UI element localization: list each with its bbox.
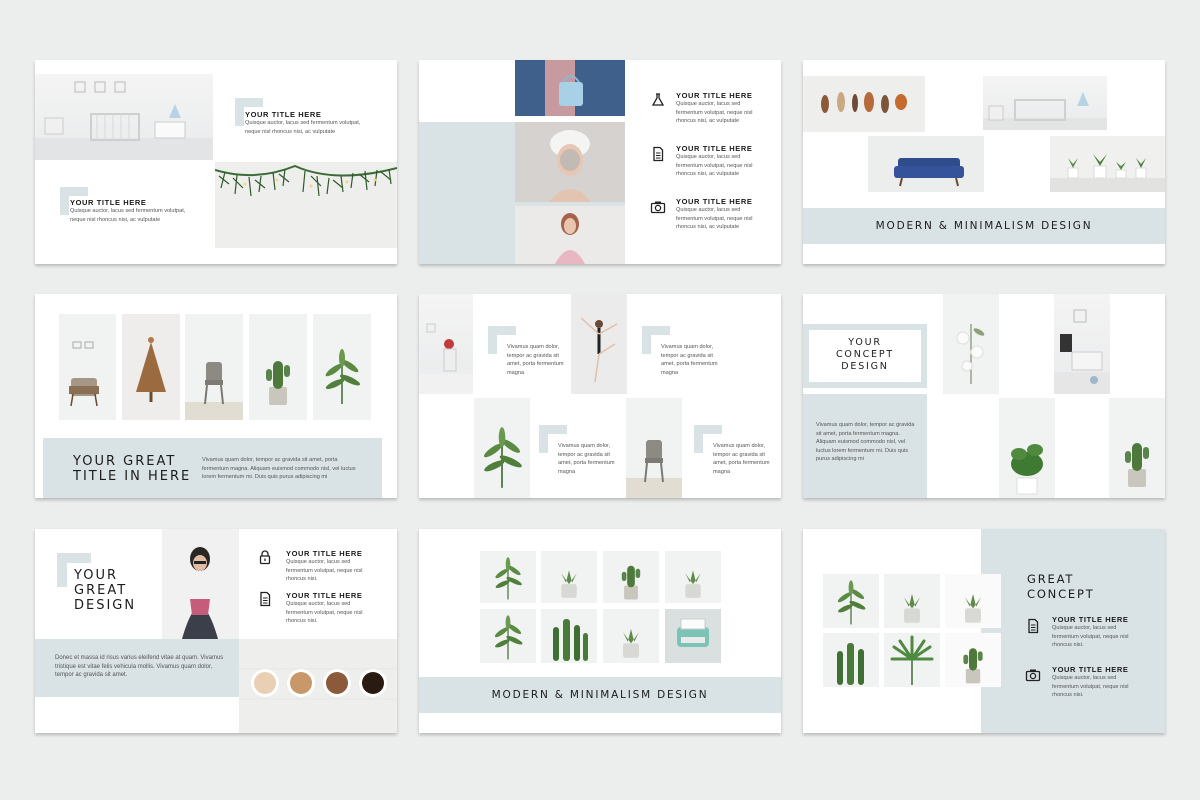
cactus-photo [603,609,659,663]
slide-6[interactable]: YOUR CONCEPT DESIGN Vivamus quam dolor, … [803,294,1165,498]
nursery-photo [35,74,213,160]
blue-sofa-photo [868,136,984,192]
plant-photo [480,609,536,663]
document-icon [257,591,273,607]
woman-smiling-photo [515,206,625,264]
woman-face-mask-photo [515,122,625,202]
slide-9[interactable]: GREAT CONCEPT YOUR TITLE HERE Quisque au… [803,529,1165,733]
item-3-body: Quisque auctor, lacus sed fermentum volu… [676,207,753,230]
slide-2[interactable]: YOUR TITLE HERE Quisque auctor, lacus se… [419,60,781,264]
cactus-cluster-photo [541,609,597,663]
title-a: YOUR TITLE HERE [245,110,322,119]
title-line-2: TITLE IN HERE [73,469,192,484]
dancer-photo [571,294,627,394]
lock-icon [257,549,273,565]
cactus-photo [249,314,307,420]
succulent-photo [945,574,1001,628]
title-line-3: DESIGN [74,598,137,613]
autumn-leaves-photo [803,76,925,132]
document-icon [650,146,666,162]
caption-2: Vivamus quam dolor, tempor ac gravida si… [661,344,718,376]
woman-desk-photo [419,294,473,394]
cactus-photo [603,551,659,603]
body-b: Quisque auctor, lacus sed fermentum volu… [70,208,186,223]
bedroom-photo [983,76,1107,130]
chair-photo [185,314,243,420]
caption-3: Vivamus quam dolor, tempor ac gravida si… [558,443,615,475]
wooden-tree-photo [122,314,180,420]
plant-photo [474,398,530,498]
pine-branches-photo [215,162,397,248]
item-2-body: Quisque auctor, lacus sed fermentum volu… [1052,675,1129,698]
title-line-2: CONCEPT [836,349,894,360]
slide-7[interactable]: YOUR GREAT DESIGN Donec et massa id risu… [35,529,397,733]
item-1-title: YOUR TITLE HERE [1052,615,1129,624]
title-line-1: GREAT [1027,572,1075,586]
kids-room-photo [1054,294,1110,394]
title-b: YOUR TITLE HERE [70,198,147,207]
succulent-photo [541,551,597,603]
title-line-2: GREAT [74,583,128,598]
slide-5[interactable]: Vivamus quam dolor, tempor ac gravida si… [419,294,781,498]
item-2-body: Quisque auctor, lacus sed fermentum volu… [676,154,753,177]
item-1-body: Quisque auctor, lacus sed fermentum volu… [286,559,363,582]
body-text: Vivamus quam dolor, tempor ac gravida si… [816,422,915,462]
succulent-photo [945,633,1001,687]
item-1-body: Quisque auctor, lacus sed fermentum volu… [1052,625,1129,648]
armchair-photo [59,314,116,420]
item-2-title: YOUR TITLE HERE [1052,665,1129,674]
item-1-body: Quisque auctor, lacus sed fermentum volu… [676,101,753,124]
woman-portrait-photo [162,529,239,639]
succulent-photo [665,551,721,603]
caption-1: Vivamus quam dolor, tempor ac gravida si… [507,344,564,376]
item-2-title: YOUR TITLE HERE [676,144,753,153]
cactus-cluster-photo [823,633,879,687]
slide-3[interactable]: MODERN & MINIMALISM DESIGN [803,60,1165,264]
item-2-body: Quisque auctor, lacus sed fermentum volu… [286,601,363,624]
item-1-title: YOUR TITLE HERE [676,91,753,100]
title-line-2: CONCEPT [1027,587,1095,601]
palm-leaf-photo [884,633,940,687]
leafy-plant-photo [999,398,1055,498]
item-2-title: YOUR TITLE HERE [286,591,363,600]
title-line-1: YOUR [848,337,882,348]
plant-photo [480,551,536,603]
item-1-title: YOUR TITLE HERE [286,549,363,558]
slide-8[interactable]: MODERN & MINIMALISM DESIGN [419,529,781,733]
camera-icon [1025,667,1041,683]
document-icon [1025,618,1041,634]
body-a: Quisque auctor, lacus sed fermentum volu… [245,120,361,135]
typewriter-photo [665,609,721,663]
banner-text: MODERN & MINIMALISM DESIGN [491,689,709,701]
caption-4: Vivamus quam dolor, tempor ac gravida si… [713,443,770,475]
chair-photo [626,398,682,498]
flask-icon [650,92,666,108]
succulent-photo [884,574,940,628]
body-text: Vivamus quam dolor, tempor ac gravida si… [202,457,356,480]
camera-icon [650,199,666,215]
succulents-row-photo [1050,136,1165,192]
title-line-1: YOUR [74,568,119,583]
item-3-title: YOUR TITLE HERE [676,197,753,206]
plant-photo [823,574,879,628]
cactus-photo [1109,398,1165,498]
woman-bag-photo [515,60,625,116]
cotton-flowers-photo [943,294,999,394]
title-line-1: YOUR GREAT [73,454,177,469]
slide-4[interactable]: YOUR GREAT TITLE IN HERE Vivamus quam do… [35,294,397,498]
bamboo-plant-photo [313,314,371,420]
coffee-cups-photo [239,639,397,733]
slide-1[interactable]: YOUR TITLE HERE Quisque auctor, lacus se… [35,60,397,264]
banner-text: MODERN & MINIMALISM DESIGN [875,220,1093,232]
title-line-3: DESIGN [841,361,889,372]
body-text: Donec et massa id risus varius eleifend … [55,655,224,678]
